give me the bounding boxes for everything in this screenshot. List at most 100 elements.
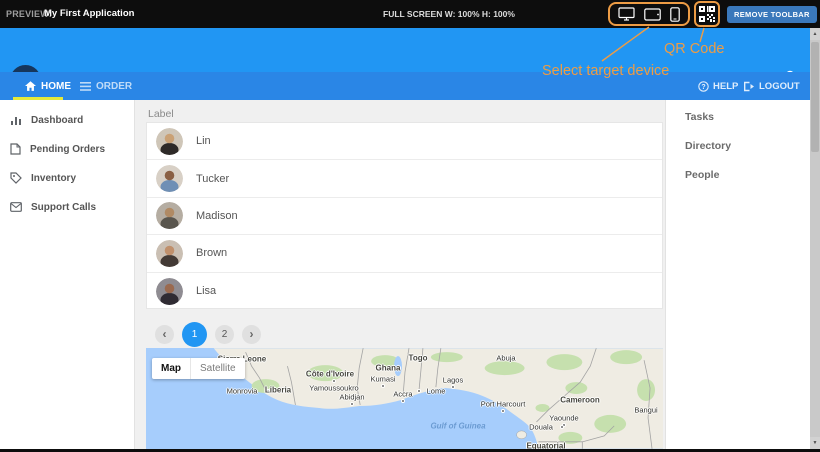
map-control-map[interactable]: Map xyxy=(152,358,190,379)
person-name: Lisa xyxy=(196,285,216,297)
city-marker-icon xyxy=(381,384,385,388)
svg-text:?: ? xyxy=(701,84,705,91)
avatar xyxy=(156,278,183,305)
person-name: Lin xyxy=(196,135,211,147)
app-navbar: HOME ORDER ? HELP LOGOUT xyxy=(0,72,810,100)
preview-toolbar: PREVIEW: My First Application FULL SCREE… xyxy=(0,0,820,28)
city-marker-icon xyxy=(501,409,505,413)
map-label-country: Equatorial xyxy=(526,442,565,450)
table-row[interactable]: Lisa xyxy=(147,273,662,310)
map-label-city: Bangui xyxy=(634,406,657,415)
scrollbar-thumb[interactable] xyxy=(811,42,819,152)
pagination-next-icon[interactable]: › xyxy=(242,325,261,344)
map-label-city: Yamoussoukro xyxy=(309,384,358,393)
sidebar-item-pending-orders[interactable]: Pending Orders xyxy=(0,138,135,160)
map-label-water: Gulf of Guinea xyxy=(430,422,485,431)
logout-icon xyxy=(743,81,755,92)
sidebar-item-dashboard[interactable]: Dashboard xyxy=(0,109,135,131)
city-marker-icon xyxy=(332,379,336,383)
scroll-down-icon[interactable]: ▼ xyxy=(810,437,820,449)
table-row[interactable]: Madison xyxy=(147,198,662,235)
pagination-page-1[interactable]: 1 xyxy=(182,322,207,347)
map-label-city: Kumasi xyxy=(370,375,395,384)
map-label-city: Abuja xyxy=(496,354,515,363)
tab-label: ORDER xyxy=(96,81,132,92)
rightbar-item-people[interactable]: People xyxy=(685,169,719,181)
map-label-city: Accra xyxy=(393,390,412,399)
list-title: Label xyxy=(148,108,174,120)
help-icon: ? xyxy=(698,81,709,92)
vertical-scrollbar[interactable]: ▲ ▼ xyxy=(810,28,820,449)
help-button[interactable]: ? HELP xyxy=(698,72,738,100)
tag-icon xyxy=(10,172,22,184)
avatar xyxy=(156,202,183,229)
active-tab-underline xyxy=(13,97,63,100)
qr-code-icon xyxy=(699,6,715,22)
left-sidebar: Dashboard Pending Orders Inventory Support … xyxy=(0,100,135,449)
map-label-country: Togo xyxy=(409,354,428,363)
avatar xyxy=(156,128,183,155)
map-label-country: Liberia xyxy=(265,386,291,395)
preview-window: PREVIEW: My First Application FULL SCREE… xyxy=(0,0,820,452)
map-label-city: Yaounde xyxy=(549,414,578,423)
tab-order[interactable]: ORDER xyxy=(80,72,132,100)
table-row[interactable]: Lin xyxy=(147,123,662,160)
sidebar-item-label: Support Calls xyxy=(31,202,96,213)
city-marker-icon xyxy=(417,389,421,393)
qr-code-button[interactable] xyxy=(694,1,720,27)
sidebar-item-label: Inventory xyxy=(31,173,76,184)
map-label-country: Côte d'Ivoire xyxy=(306,370,354,379)
pagination-page-2[interactable]: 2 xyxy=(215,325,234,344)
fullscreen-dimensions-label: FULL SCREEN W: 100% H: 100% xyxy=(383,9,515,19)
menu-icon xyxy=(80,82,91,91)
person-name: Tucker xyxy=(196,173,229,185)
logout-label: LOGOUT xyxy=(759,81,800,92)
sidebar-item-label: Pending Orders xyxy=(30,144,105,155)
tab-home[interactable]: HOME xyxy=(25,72,71,100)
rightbar-item-tasks[interactable]: Tasks xyxy=(685,111,714,123)
table-row[interactable]: Tucker xyxy=(147,160,662,197)
scroll-up-icon[interactable]: ▲ xyxy=(810,28,820,40)
city-marker-icon xyxy=(401,399,405,403)
sidebar-item-label: Dashboard xyxy=(31,115,83,126)
sidebar-item-support-calls[interactable]: Support Calls xyxy=(0,196,135,218)
city-marker-icon xyxy=(451,385,455,389)
app-header: My First Application Search xyxy=(0,28,810,72)
envelope-icon xyxy=(10,202,22,212)
logout-button[interactable]: LOGOUT xyxy=(743,72,800,100)
city-marker-icon xyxy=(350,402,354,406)
map-label-country: Ghana xyxy=(376,364,401,373)
desktop-icon[interactable] xyxy=(618,7,635,21)
map-label-city: Abidjan xyxy=(339,393,364,402)
map-widget[interactable]: MapSatellite Sierra LeoneCôte d'IvoireGh… xyxy=(146,348,663,449)
avatar xyxy=(156,165,183,192)
pagination-prev-icon[interactable]: ‹ xyxy=(155,325,174,344)
city-marker-icon xyxy=(560,425,564,429)
map-label-country: Cameroon xyxy=(560,396,600,405)
pagination: ‹ 12 › xyxy=(155,321,261,347)
main-content: Label Lin Tucker Madison Brown Lisa ‹ 12 › xyxy=(135,100,665,449)
target-device-selector xyxy=(608,2,690,26)
home-icon xyxy=(25,81,36,91)
remove-toolbar-button[interactable]: REMOVE TOOLBAR xyxy=(727,6,817,23)
person-name: Brown xyxy=(196,247,227,259)
map-label-city: Lagos xyxy=(443,376,463,385)
sidebar-item-inventory[interactable]: Inventory xyxy=(0,167,135,189)
bar-chart-icon xyxy=(10,114,22,126)
map-label-city: Douala xyxy=(529,423,553,432)
tab-label: HOME xyxy=(41,81,71,92)
tablet-icon[interactable] xyxy=(644,8,661,21)
people-list: Lin Tucker Madison Brown Lisa xyxy=(146,122,663,309)
map-label-city: Lome xyxy=(427,387,446,396)
person-name: Madison xyxy=(196,210,238,222)
map-type-control: MapSatellite xyxy=(152,358,245,379)
right-sidebar: Tasks Directory People xyxy=(665,100,810,449)
map-control-satellite[interactable]: Satellite xyxy=(190,358,245,379)
avatar xyxy=(156,240,183,267)
help-label: HELP xyxy=(713,81,738,92)
rightbar-item-directory[interactable]: Directory xyxy=(685,140,731,152)
table-row[interactable]: Brown xyxy=(147,235,662,272)
toolbar-app-title: My First Application xyxy=(44,8,134,19)
document-icon xyxy=(10,143,21,155)
phone-icon[interactable] xyxy=(670,7,680,22)
